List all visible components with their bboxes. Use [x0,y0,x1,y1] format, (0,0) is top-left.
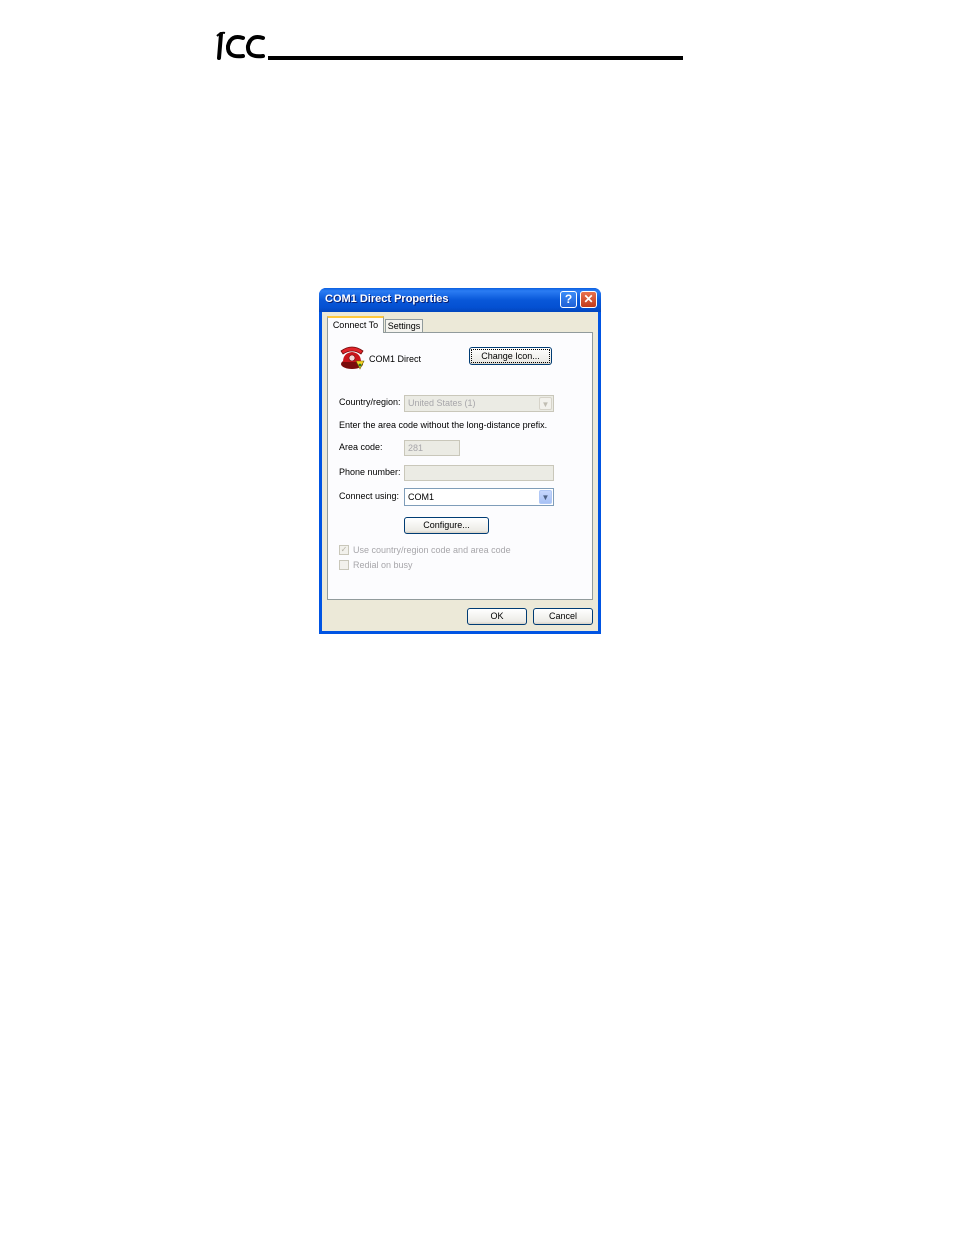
dialog-title: COM1 Direct Properties [325,293,449,305]
phone-number-label: Phone number: [339,467,401,477]
properties-dialog: COM1 Direct Properties ? ✕ Connect To Se… [319,288,601,634]
country-select[interactable]: United States (1) ▼ [404,395,554,412]
area-code-value: 281 [408,443,424,453]
chevron-down-icon: ▼ [539,397,552,410]
connect-using-value: COM1 [408,492,435,502]
chevron-down-icon[interactable]: ▼ [539,490,552,504]
connect-using-label: Connect using: [339,491,400,501]
area-code-field[interactable]: 281 [404,440,460,456]
title-bar[interactable]: COM1 Direct Properties ? ✕ [319,288,601,312]
tab-panel: COM1 Direct Change Icon... Country/regio… [327,332,593,600]
redial-label: Redial on busy [353,560,413,570]
dialog-body: Connect To Settings COM1 Direct Change I… [322,312,598,631]
red-telephone-icon [340,346,365,370]
icc-logo [216,31,265,60]
cancel-button[interactable]: Cancel [533,608,593,625]
header-rule [268,56,683,60]
use-country-label: Use country/region code and area code [353,545,511,555]
country-label: Country/region: [339,397,401,407]
configure-button[interactable]: Configure... [404,517,489,534]
country-value: United States (1) [408,398,476,408]
tab-settings[interactable]: Settings [385,319,423,333]
ok-button[interactable]: OK [467,608,527,625]
use-country-checkbox[interactable]: ✓ [339,545,349,555]
connect-using-select[interactable]: COM1 ▼ [404,488,554,506]
tab-connect-to[interactable]: Connect To [327,316,384,333]
redial-checkbox[interactable] [339,560,349,570]
area-code-label: Area code: [339,442,383,452]
help-button[interactable]: ? [560,291,577,308]
phone-number-field[interactable] [404,465,554,481]
instruction-text: Enter the area code without the long-dis… [339,420,548,430]
connection-name: COM1 Direct [369,354,422,364]
close-button[interactable]: ✕ [580,291,597,308]
change-icon-button[interactable]: Change Icon... [469,347,552,365]
